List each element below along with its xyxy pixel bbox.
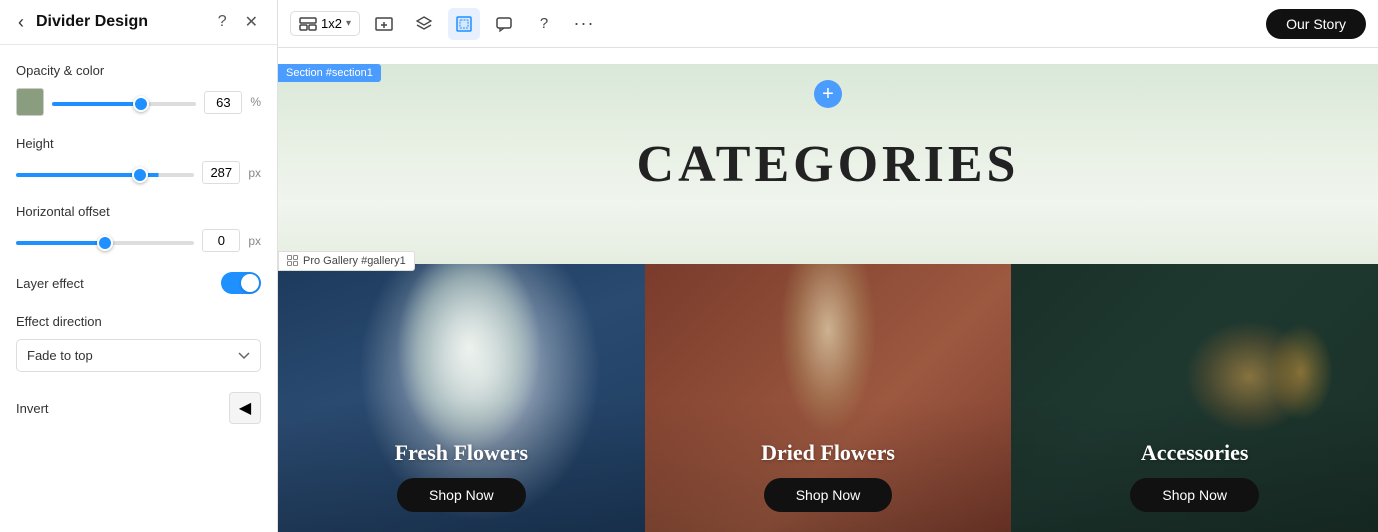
gallery-item-1-overlay: Fresh Flowers Shop Now [278, 400, 645, 532]
layers-icon [415, 15, 433, 33]
gallery-item-3-overlay: Accessories Shop Now [1011, 400, 1378, 532]
gallery-item-1-title: Fresh Flowers [395, 440, 528, 466]
help-button[interactable]: ? [528, 8, 560, 40]
horizontal-offset-slider-wrapper [16, 232, 194, 250]
horizontal-offset-slider-row: px [16, 229, 261, 252]
color-swatch[interactable] [16, 88, 44, 116]
gallery-item-2-title: Dried Flowers [761, 440, 895, 466]
gallery-item-2-overlay: Dried Flowers Shop Now [645, 400, 1012, 532]
story-button[interactable]: Our Story [1266, 9, 1366, 39]
panel-help-button[interactable]: ? [213, 11, 232, 33]
add-section-button[interactable] [368, 8, 400, 40]
layer-effect-label: Layer effect [16, 276, 84, 291]
canvas-area: 1x2 ▾ [278, 0, 1378, 532]
horizontal-offset-slider[interactable] [16, 241, 194, 245]
opacity-unit: % [250, 95, 261, 109]
add-section-plus-button[interactable]: + [814, 80, 842, 108]
select-icon [455, 15, 473, 33]
section-label-bar[interactable]: Section #section1 [278, 64, 381, 82]
more-options-button[interactable]: ··· [568, 8, 600, 40]
plus-icon: + [822, 83, 834, 106]
invert-icon: ◀ [239, 398, 251, 418]
horizontal-offset-value-input[interactable] [202, 229, 240, 252]
comment-icon [495, 15, 513, 33]
help-icon: ? [540, 15, 548, 32]
invert-button[interactable]: ◀ [229, 392, 261, 424]
gallery-label-text: Pro Gallery #gallery1 [303, 255, 406, 267]
gallery-item-3-title: Accessories [1141, 440, 1249, 466]
height-value-input[interactable] [202, 161, 240, 184]
gallery-item-2-button[interactable]: Shop Now [764, 478, 893, 512]
select-tool-button[interactable] [448, 8, 480, 40]
comment-button[interactable] [488, 8, 520, 40]
layout-dropdown[interactable]: 1x2 ▾ [290, 11, 360, 36]
gallery-label-bar[interactable]: Pro Gallery #gallery1 [278, 251, 415, 271]
height-slider[interactable] [16, 173, 194, 177]
height-slider-row: px [16, 161, 261, 184]
opacity-slider-wrapper [52, 93, 196, 111]
top-toolbar: 1x2 ▾ [278, 0, 1378, 48]
gallery-grid-icon [287, 255, 299, 267]
horizontal-offset-unit: px [248, 234, 261, 248]
layers-button[interactable] [408, 8, 440, 40]
height-row: Height px [16, 136, 261, 184]
opacity-color-label: Opacity & color [16, 63, 261, 78]
layout-chevron-icon: ▾ [346, 18, 351, 29]
panel-back-button[interactable]: ‹ [14, 12, 28, 33]
height-label: Height [16, 136, 261, 151]
layout-grid-icon [299, 17, 317, 31]
height-slider-wrapper [16, 164, 194, 182]
horizontal-offset-label: Horizontal offset [16, 204, 261, 219]
categories-title: CATEGORIES [637, 135, 1020, 194]
effect-direction-row: Effect direction Fade to top Fade to bot… [16, 314, 261, 372]
canvas-content: Section #section1 + CATEGORIES Pro Galle… [278, 48, 1378, 532]
invert-row: Invert ◀ [16, 392, 261, 424]
opacity-color-row: % [16, 88, 261, 116]
gallery-item-dried-flowers[interactable]: Dried Flowers Shop Now [645, 264, 1012, 532]
layout-label: 1x2 [321, 16, 342, 31]
add-section-icon [375, 15, 393, 33]
panel-close-button[interactable]: ✕ [240, 10, 263, 34]
horizontal-offset-row: Horizontal offset px [16, 204, 261, 252]
invert-label: Invert [16, 401, 49, 416]
height-unit: px [248, 166, 261, 180]
left-panel: ‹ Divider Design ? ✕ Opacity & color % H… [0, 0, 278, 532]
effect-direction-label: Effect direction [16, 314, 261, 329]
panel-header: ‹ Divider Design ? ✕ [0, 0, 277, 45]
gallery-item-1-button[interactable]: Shop Now [397, 478, 526, 512]
section-label-text: Section #section1 [286, 67, 373, 79]
layer-effect-toggle[interactable] [221, 272, 261, 294]
panel-body: Opacity & color % Height px Horizontal o… [0, 45, 277, 532]
gallery-item-fresh-flowers[interactable]: Fresh Flowers Shop Now [278, 264, 645, 532]
layer-effect-row: Layer effect [16, 272, 261, 294]
gallery-section: Fresh Flowers Shop Now Dried Flowers Sho… [278, 264, 1378, 532]
effect-direction-select[interactable]: Fade to top Fade to bottom Fade to left … [16, 339, 261, 372]
opacity-value-input[interactable] [204, 91, 242, 114]
panel-title: Divider Design [36, 13, 205, 31]
opacity-slider[interactable] [52, 102, 196, 106]
gallery-item-3-button[interactable]: Shop Now [1130, 478, 1259, 512]
more-icon: ··· [574, 13, 595, 34]
gallery-item-accessories[interactable]: Accessories Shop Now [1011, 264, 1378, 532]
